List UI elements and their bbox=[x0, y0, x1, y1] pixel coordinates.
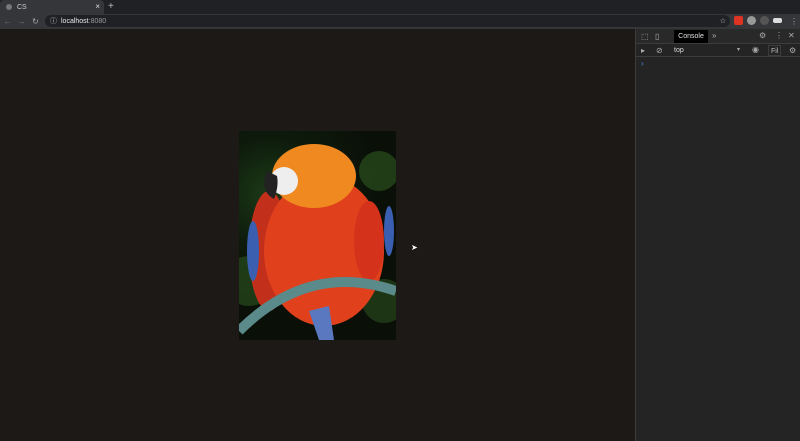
gear-icon[interactable]: ⚙ bbox=[759, 31, 766, 40]
console-prompt[interactable]: › bbox=[641, 59, 644, 68]
browser-toolbar: ← → ↻ ⓘ localhost:8080 ☆ ⋮ bbox=[0, 14, 800, 29]
mouse-cursor: ➤ bbox=[411, 243, 418, 252]
extension-icon-white[interactable] bbox=[773, 18, 782, 23]
menu-icon[interactable]: ⋮ bbox=[790, 17, 798, 26]
console-toolbar: ▸ ⊘ top ▾ ◉ Fil ⚙ bbox=[636, 44, 800, 57]
extension-icon-gray[interactable] bbox=[747, 16, 756, 25]
tab-console[interactable]: Console bbox=[674, 30, 708, 43]
url-host: localhost bbox=[61, 17, 89, 25]
forward-button[interactable]: → bbox=[15, 17, 28, 26]
browser-tab[interactable]: CS × bbox=[0, 0, 104, 14]
back-button[interactable]: ← bbox=[1, 17, 14, 26]
extension-icon-puzzle[interactable] bbox=[760, 16, 769, 25]
info-icon[interactable]: ⓘ bbox=[50, 16, 57, 26]
parrot-image bbox=[239, 131, 396, 340]
console-tab-label: Console bbox=[678, 33, 704, 40]
close-devtools-icon[interactable]: ✕ bbox=[788, 31, 795, 40]
devtools-tabbar: ⬚ ▯ Console » ⚙ ⋮ ✕ bbox=[636, 29, 800, 44]
new-tab-button[interactable]: + bbox=[108, 1, 114, 12]
context-selector[interactable]: top bbox=[674, 47, 684, 54]
reload-button[interactable]: ↻ bbox=[29, 17, 42, 26]
tab-title: CS bbox=[17, 3, 27, 11]
sidebar-toggle-icon[interactable]: ▸ bbox=[641, 46, 645, 55]
more-tabs-button[interactable]: » bbox=[712, 31, 716, 40]
kebab-menu-icon[interactable]: ⋮ bbox=[775, 31, 783, 40]
extension-icon-red[interactable] bbox=[734, 16, 743, 25]
devtools-panel: ⬚ ▯ Console » ⚙ ⋮ ✕ ▸ ⊘ top ▾ ◉ Fil ⚙ › bbox=[635, 29, 800, 441]
globe-icon bbox=[6, 4, 12, 10]
address-bar[interactable]: ⓘ localhost:8080 ☆ bbox=[45, 15, 730, 27]
filter-input[interactable]: Fil bbox=[768, 45, 782, 56]
device-toolbar-icon[interactable]: ▯ bbox=[655, 32, 659, 41]
eye-icon[interactable]: ◉ bbox=[752, 45, 759, 54]
console-settings-icon[interactable]: ⚙ bbox=[789, 46, 796, 55]
clear-console-icon[interactable]: ⊘ bbox=[656, 46, 663, 55]
close-tab-icon[interactable]: × bbox=[95, 2, 100, 11]
inspect-element-icon[interactable]: ⬚ bbox=[641, 32, 649, 41]
bookmark-star-icon[interactable]: ☆ bbox=[720, 17, 726, 25]
tab-strip: CS × + bbox=[0, 0, 800, 14]
chevron-down-icon[interactable]: ▾ bbox=[737, 46, 740, 53]
url-port: :8080 bbox=[88, 17, 107, 25]
